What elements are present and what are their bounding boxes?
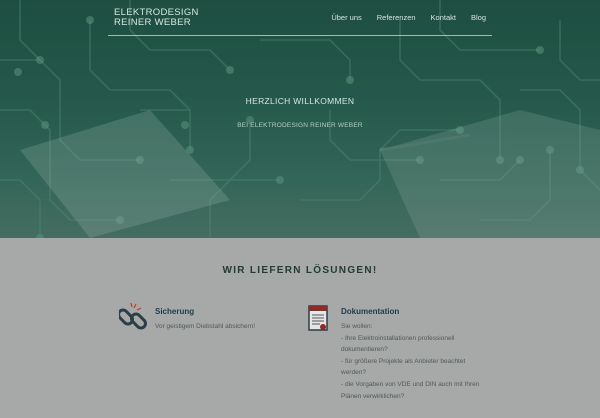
feature-text: Vor geistigem Diebstahl absichern! bbox=[155, 323, 256, 330]
hero-subtitle: BEI ELEKTRODESIGN REINER WEBER bbox=[237, 122, 363, 129]
feature-title: Sicherung bbox=[155, 307, 195, 316]
feature-text-line: - die Vorgaben von VDE und DIN auch mit … bbox=[341, 380, 480, 400]
brand-logo[interactable]: ELEKTRODESIGN REINER WEBER bbox=[114, 8, 199, 28]
document-icon bbox=[308, 305, 328, 331]
broken-chain-icon bbox=[119, 303, 147, 330]
nav-link-ueber-uns[interactable]: Über uns bbox=[331, 13, 361, 22]
feature-text-line: - Ihre Elektroinstallationen professione… bbox=[341, 334, 455, 354]
main-navigation: Über uns Referenzen Kontakt Blog bbox=[331, 13, 486, 22]
feature-text-line: - für größere Projekte als Anbieter beac… bbox=[341, 357, 466, 377]
feature-sicherung: Sicherung Vor geistigem Diebstahl absich… bbox=[119, 303, 289, 343]
header-divider bbox=[108, 35, 492, 36]
brand-line-2: REINER WEBER bbox=[114, 17, 191, 28]
feature-title: Dokumentation bbox=[341, 307, 400, 316]
nav-link-referenzen[interactable]: Referenzen bbox=[377, 13, 416, 22]
nav-link-blog[interactable]: Blog bbox=[471, 13, 486, 22]
feature-text: Sie wollen: - Ihre Elektroinstallationen… bbox=[341, 321, 481, 402]
nav-link-kontakt[interactable]: Kontakt bbox=[431, 13, 456, 22]
section-title: WIR LIEFERN LÖSUNGEN! bbox=[222, 265, 378, 276]
hero-title: HERZLICH WILLKOMMEN bbox=[245, 96, 355, 106]
hero-banner: ELEKTRODESIGN REINER WEBER Über uns Refe… bbox=[0, 0, 600, 238]
feature-text-line: Sie wollen: bbox=[341, 323, 373, 330]
feature-dokumentation: Dokumentation Sie wollen: - Ihre Elektro… bbox=[306, 303, 486, 413]
